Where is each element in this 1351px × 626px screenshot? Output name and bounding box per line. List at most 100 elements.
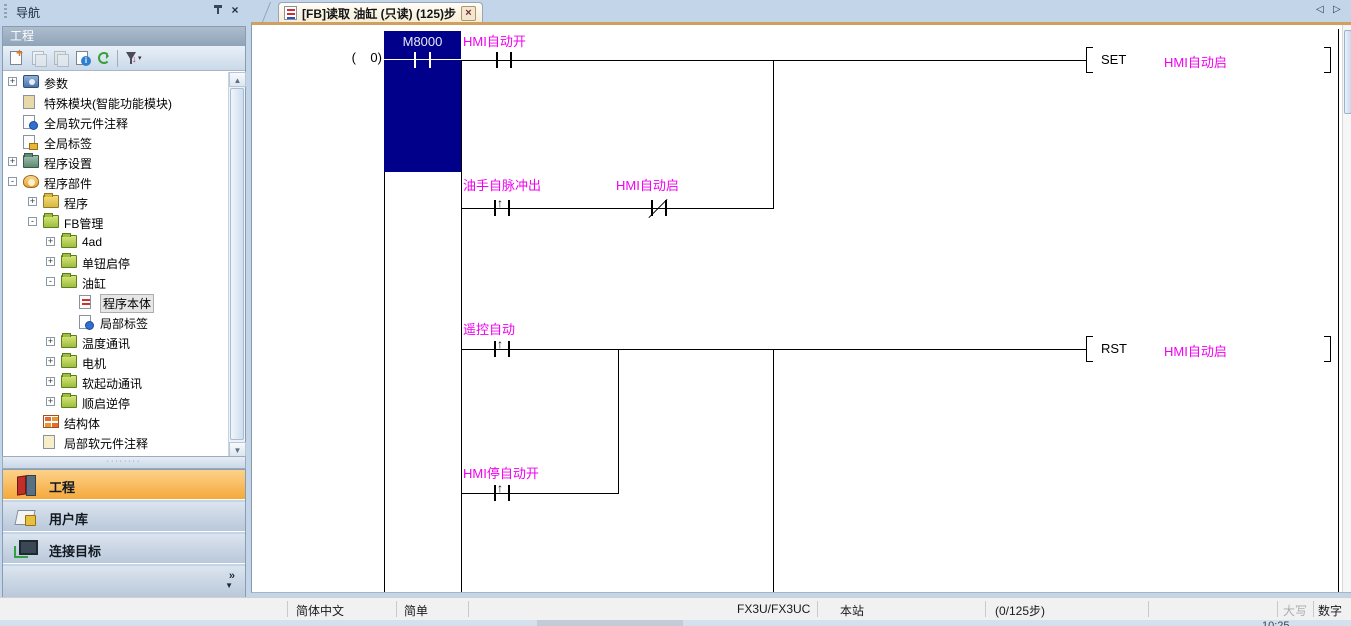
expander-icon[interactable]: + bbox=[46, 257, 55, 266]
project-tree: + 参数 特殊模块(智能功能模块) 全局软元件注释 全局标签 + 程序设置 bbox=[3, 72, 245, 457]
tree-item-global-label[interactable]: 全局标签 bbox=[3, 132, 227, 152]
user-library-icon bbox=[13, 505, 39, 529]
tree-scrollbar-thumb[interactable] bbox=[230, 88, 244, 440]
tree-item-fb-manage[interactable]: - FB管理 bbox=[3, 212, 227, 232]
statusbar-separator bbox=[287, 601, 288, 617]
fb-folder-icon bbox=[61, 375, 77, 388]
tree-item-softstart-comm[interactable]: + 软起动通讯 bbox=[3, 372, 227, 392]
tree-item-global-device-comment[interactable]: 全局软元件注释 bbox=[3, 112, 227, 132]
contact-bar[interactable] bbox=[665, 200, 667, 216]
tree-item-local-device-comment[interactable]: 局部软元件注释 bbox=[3, 432, 227, 452]
status-language: 简体中文 bbox=[296, 602, 344, 619]
refresh-icon[interactable] bbox=[95, 49, 114, 68]
tree-item-program-setting[interactable]: + 程序设置 bbox=[3, 152, 227, 172]
tree-item-special-module[interactable]: 特殊模块(智能功能模块) bbox=[3, 92, 227, 112]
tree-item-4ad[interactable]: + 4ad bbox=[3, 232, 227, 252]
tree-item-pou[interactable]: - 程序部件 bbox=[3, 172, 227, 192]
panel-grip[interactable] bbox=[4, 4, 7, 20]
tree-item-parameters[interactable]: + 参数 bbox=[3, 72, 227, 92]
set-operand[interactable]: HMI自动启 bbox=[1164, 52, 1227, 71]
copy-icon[interactable] bbox=[29, 49, 48, 68]
tab-fb-cylinder[interactable]: [FB]读取 油缸 (只读) (125)步 × bbox=[278, 2, 483, 23]
step-number: ( 0) bbox=[310, 50, 382, 65]
navigation-title: 导航 bbox=[16, 4, 40, 21]
expander-icon[interactable]: + bbox=[8, 77, 17, 86]
expander-icon[interactable]: - bbox=[46, 277, 55, 286]
expander-icon[interactable]: + bbox=[46, 357, 55, 366]
tree-item-structure[interactable]: 结构体 bbox=[3, 412, 227, 432]
ladder-editor[interactable]: ( 0) M8000 HMI自动开 SET HMI自动启 油手自脉冲出 ↑ bbox=[252, 25, 1340, 592]
new-item-icon[interactable]: + bbox=[7, 49, 26, 68]
expander-icon[interactable]: + bbox=[28, 197, 37, 206]
expander-icon[interactable]: + bbox=[46, 237, 55, 246]
tree-item-cylinder[interactable]: - 油缸 bbox=[3, 272, 227, 292]
tree-item-local-label[interactable]: 局部标签 bbox=[3, 312, 227, 332]
chevron-down-icon[interactable]: ▼ bbox=[225, 581, 233, 590]
scroll-up-icon[interactable]: ▲ bbox=[229, 72, 246, 87]
tree-item-program[interactable]: + 程序 bbox=[3, 192, 227, 212]
project-panel: 工程 + i ↓▾ + 参数 特殊模块(智能功能模块) 全局软元件注释 bbox=[2, 26, 246, 456]
close-icon[interactable]: × bbox=[228, 3, 242, 18]
contact-bar bbox=[429, 52, 431, 68]
statusbar-separator bbox=[1277, 601, 1278, 617]
paste-icon[interactable] bbox=[51, 49, 70, 68]
tree-item-program-body[interactable]: 程序本体 bbox=[3, 292, 227, 312]
tab-scroll-right-icon[interactable]: ▷ bbox=[1333, 4, 1341, 15]
expander-icon[interactable]: + bbox=[8, 157, 17, 166]
project-button-icon bbox=[13, 473, 39, 497]
status-station: 本站 bbox=[840, 602, 864, 619]
toolbar-separator bbox=[117, 50, 118, 67]
fb-folder-icon bbox=[61, 395, 77, 408]
branch-vertical-wire bbox=[461, 60, 462, 592]
contact-bar[interactable] bbox=[508, 341, 510, 357]
expander-icon[interactable]: - bbox=[28, 217, 37, 226]
set-instruction[interactable]: SET bbox=[1101, 52, 1126, 67]
connection-destination-button[interactable]: 连接目标 bbox=[3, 534, 245, 564]
local-comment-icon bbox=[43, 435, 55, 449]
contact-label-hmi-stop-auto[interactable]: HMI停自动开 bbox=[463, 463, 539, 482]
program-body-icon bbox=[79, 295, 91, 309]
expander-icon[interactable]: + bbox=[46, 337, 55, 346]
ladder-cursor-cell[interactable]: M8000 bbox=[384, 31, 461, 172]
instruction-close-bracket bbox=[1324, 47, 1331, 73]
expander-icon[interactable]: + bbox=[46, 397, 55, 406]
view-selector-buttons: 工程 用户库 连接目标 » ▼ bbox=[2, 469, 246, 597]
tab-scroll-left-icon[interactable]: ◁ bbox=[1316, 4, 1324, 15]
contact-bar[interactable] bbox=[508, 485, 510, 501]
data-info-icon[interactable]: i bbox=[73, 49, 92, 68]
connection-destination-icon bbox=[13, 537, 39, 561]
contact-bar[interactable] bbox=[494, 341, 496, 357]
rst-instruction[interactable]: RST bbox=[1101, 341, 1127, 356]
project-view-button[interactable]: 工程 bbox=[3, 470, 245, 500]
tab-close-icon[interactable]: × bbox=[461, 6, 476, 21]
contact-bar[interactable] bbox=[510, 52, 512, 68]
contact-label-hmi-auto-start-nc[interactable]: HMI自动启 bbox=[616, 175, 679, 194]
contact-bar[interactable] bbox=[494, 485, 496, 501]
expander-icon[interactable]: - bbox=[8, 177, 17, 186]
editor-vertical-scrollbar[interactable] bbox=[1342, 25, 1351, 592]
tree-item-single-button[interactable]: + 单钮启停 bbox=[3, 252, 227, 272]
contact-bar[interactable] bbox=[496, 52, 498, 68]
tree-scrollbar[interactable]: ▲ ▼ bbox=[228, 72, 245, 457]
contact-label-oil-pulse[interactable]: 油手自脉冲出 bbox=[463, 175, 541, 194]
user-library-button[interactable]: 用户库 bbox=[3, 502, 245, 532]
global-comment-icon bbox=[23, 115, 35, 129]
fb-folder-icon bbox=[61, 255, 77, 268]
panel-splitter[interactable]: ········ bbox=[2, 456, 246, 469]
tree-item-seq-start-stop[interactable]: + 顺启逆停 bbox=[3, 392, 227, 412]
contact-bar[interactable] bbox=[508, 200, 510, 216]
tree-item-temp-comm[interactable]: + 温度通讯 bbox=[3, 332, 227, 352]
program-icon bbox=[43, 195, 59, 208]
scrollbar-thumb[interactable] bbox=[1344, 30, 1351, 114]
contact-bar[interactable] bbox=[494, 200, 496, 216]
tree-item-motor[interactable]: + 电机 bbox=[3, 352, 227, 372]
rst-operand[interactable]: HMI自动启 bbox=[1164, 341, 1227, 360]
expander-icon[interactable]: + bbox=[46, 377, 55, 386]
contact-label-hmi-auto-on[interactable]: HMI自动开 bbox=[463, 31, 526, 50]
sort-filter-icon[interactable]: ↓▾ bbox=[123, 49, 142, 68]
status-bar: 简体中文 简单 FX3U/FX3UC 本站 (0/125步) 大写 数字 bbox=[0, 597, 1351, 620]
pin-icon[interactable] bbox=[212, 5, 224, 18]
status-steps: (0/125步) bbox=[995, 602, 1045, 619]
scroll-down-icon[interactable]: ▼ bbox=[229, 442, 246, 457]
contact-label-remote-auto[interactable]: 遥控自动 bbox=[463, 319, 515, 338]
